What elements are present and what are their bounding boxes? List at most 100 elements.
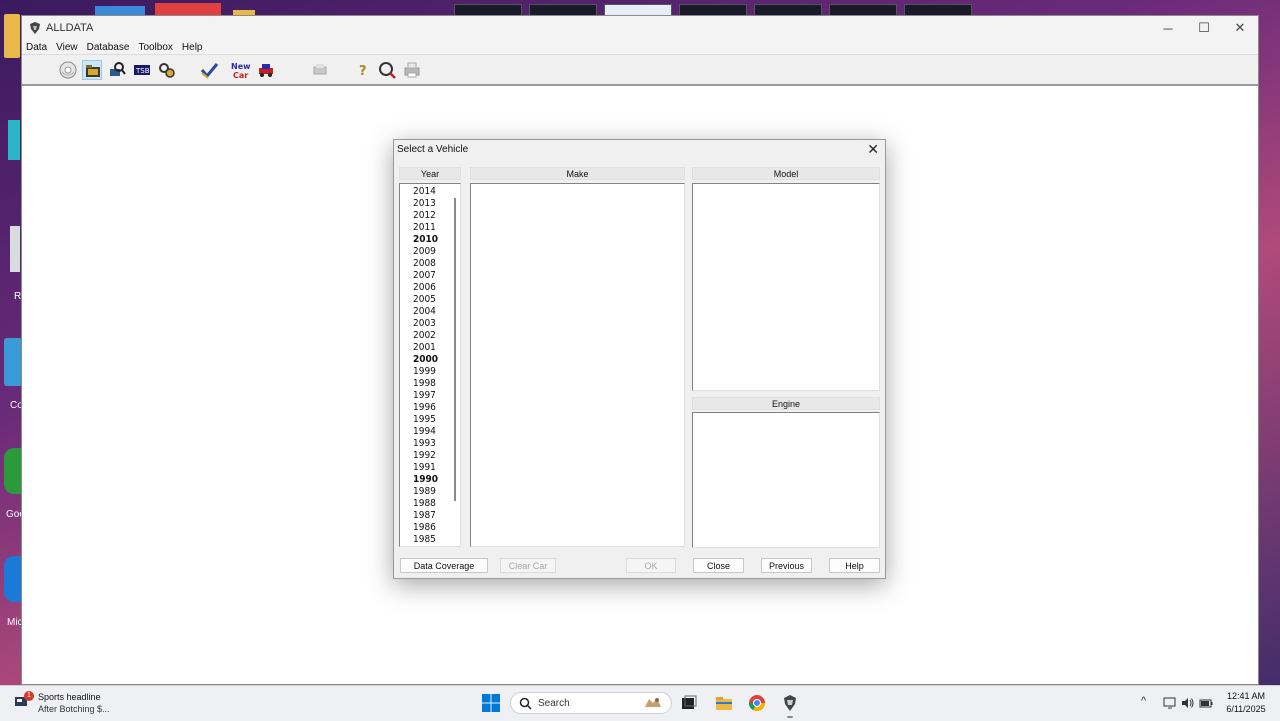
make-header: Make [470, 167, 685, 180]
year-list-item[interactable]: 2005 [400, 294, 460, 306]
year-list-item[interactable]: 1997 [400, 390, 460, 402]
battery-icon[interactable] [1199, 696, 1213, 710]
year-list-item[interactable]: 2008 [400, 258, 460, 270]
svg-text:?: ? [359, 64, 367, 79]
data-coverage-button[interactable]: Data Coverage [400, 558, 488, 573]
model-header: Model [692, 167, 880, 180]
window-title: ALLDATA [46, 22, 94, 34]
year-list[interactable]: 2014 2013 2012 2011 2010 2009 2008 2007 2006 2005… [399, 183, 461, 547]
year-list-item[interactable]: 2013 [400, 198, 460, 210]
menu-data[interactable]: Data [26, 42, 47, 53]
model-list[interactable] [692, 183, 880, 391]
clock-time[interactable]: 12:41 AM [1224, 691, 1268, 701]
engine-list[interactable] [692, 412, 880, 548]
year-list-item[interactable]: 2004 [400, 306, 460, 318]
year-list-item[interactable]: 1999 [400, 366, 460, 378]
menu-view[interactable]: View [56, 42, 78, 53]
search-highlight-icon [645, 698, 661, 707]
clock-date[interactable]: 6/11/2025 [1222, 704, 1270, 714]
year-list-item[interactable]: 1986 [400, 522, 460, 534]
desktop-icon-recycle[interactable] [10, 226, 20, 272]
year-list-item[interactable]: 1998 [400, 378, 460, 390]
title-bar[interactable]: ALLDATA ─ ☐ ✕ [22, 16, 1258, 40]
dialog-close-icon[interactable]: ✕ [867, 141, 879, 158]
tsb-icon[interactable]: TSB [132, 60, 152, 80]
year-list-item[interactable]: 1991 [400, 462, 460, 474]
find-icon[interactable] [377, 60, 397, 80]
make-list[interactable] [470, 183, 685, 547]
minimize-button[interactable]: ─ [1150, 16, 1186, 40]
search-tools-icon[interactable] [107, 60, 127, 80]
year-list-item[interactable]: 1987 [400, 510, 460, 522]
desktop-icon-chrome[interactable] [4, 448, 22, 494]
desktop-icon-folder[interactable] [4, 14, 20, 58]
notification-badge: 1 [24, 691, 34, 701]
menu-help[interactable]: Help [182, 42, 203, 53]
menu-database[interactable]: Database [87, 42, 130, 53]
year-list-item[interactable]: 1989 [400, 486, 460, 498]
car-icon[interactable] [256, 60, 276, 80]
chrome-icon[interactable] [748, 694, 766, 712]
year-list-item[interactable]: 1993 [400, 438, 460, 450]
search-placeholder: Search [538, 698, 570, 709]
year-list-item[interactable]: 2006 [400, 282, 460, 294]
menu-bar: Data View Database Toolbox Help [22, 40, 1258, 54]
dialog-title: Select a Vehicle [397, 144, 469, 155]
year-list-item[interactable]: 2002 [400, 330, 460, 342]
help-button[interactable]: Help [829, 558, 880, 573]
folder-icon[interactable] [82, 60, 102, 80]
year-list-item[interactable]: 1988 [400, 498, 460, 510]
desktop-icon-control[interactable] [4, 338, 22, 386]
maximize-button[interactable]: ☐ [1186, 16, 1222, 40]
search-icon [519, 697, 532, 710]
disc-icon[interactable] [58, 60, 78, 80]
close-dialog-button[interactable]: Close [693, 558, 744, 573]
checkmark-icon[interactable] [199, 60, 219, 80]
windows-start-icon[interactable] [482, 694, 500, 712]
svg-text:Car: Car [233, 71, 248, 80]
year-list-item[interactable]: 1994 [400, 426, 460, 438]
year-list-item[interactable]: 2003 [400, 318, 460, 330]
year-list-item[interactable]: 1995 [400, 414, 460, 426]
menu-toolbox[interactable]: Toolbox [138, 42, 172, 53]
task-view-icon[interactable] [680, 694, 698, 712]
dialog-title-bar[interactable]: Select a Vehicle ✕ [394, 140, 885, 160]
year-list-item[interactable]: 2009 [400, 246, 460, 258]
year-list-item[interactable]: 2012 [400, 210, 460, 222]
clear-car-button[interactable]: Clear Car [500, 558, 556, 573]
new-car-icon[interactable]: New Car [230, 60, 250, 80]
desktop-icon-edge[interactable] [4, 556, 22, 602]
toolbar: TSB New Car ? [22, 54, 1258, 86]
print-preview-icon[interactable] [310, 60, 330, 80]
taskbar: 1 Sports headline After Botching $... Se… [0, 685, 1280, 721]
volume-icon[interactable] [1181, 696, 1195, 710]
year-list-item[interactable]: 1992 [400, 450, 460, 462]
year-list-item[interactable]: 2011 [400, 222, 460, 234]
tray-display-icon[interactable] [1163, 696, 1177, 710]
news-headline[interactable]: Sports headline [38, 692, 101, 702]
previous-button[interactable]: Previous [761, 558, 812, 573]
window-controls: ─ ☐ ✕ [1150, 16, 1258, 40]
taskbar-search-box[interactable]: Search [510, 692, 672, 714]
ok-button[interactable]: OK [626, 558, 676, 573]
year-list-scrollbar[interactable] [454, 198, 456, 501]
svg-text:New: New [231, 62, 250, 71]
close-button[interactable]: ✕ [1222, 16, 1258, 40]
year-list-item[interactable]: 1996 [400, 402, 460, 414]
year-list-item[interactable]: 1985 [400, 534, 460, 546]
desktop-icon-app[interactable] [8, 120, 20, 160]
news-subtitle[interactable]: After Botching $... [38, 704, 110, 714]
year-list-item[interactable]: 2000 [400, 354, 460, 366]
engine-header: Engine [692, 397, 880, 410]
year-list-item[interactable]: 2010 [400, 234, 460, 246]
gears-icon[interactable] [157, 60, 177, 80]
printer-icon[interactable] [402, 60, 422, 80]
year-list-item[interactable]: 2007 [400, 270, 460, 282]
help-key-icon[interactable]: ? [353, 60, 373, 80]
alldata-taskbar-icon[interactable] [781, 694, 799, 712]
year-list-item[interactable]: 2014 [400, 186, 460, 198]
year-list-item[interactable]: 1990 [400, 474, 460, 486]
file-explorer-icon[interactable] [715, 694, 733, 712]
year-list-item[interactable]: 2001 [400, 342, 460, 354]
tray-chevron-icon[interactable]: ^ [1141, 695, 1146, 707]
